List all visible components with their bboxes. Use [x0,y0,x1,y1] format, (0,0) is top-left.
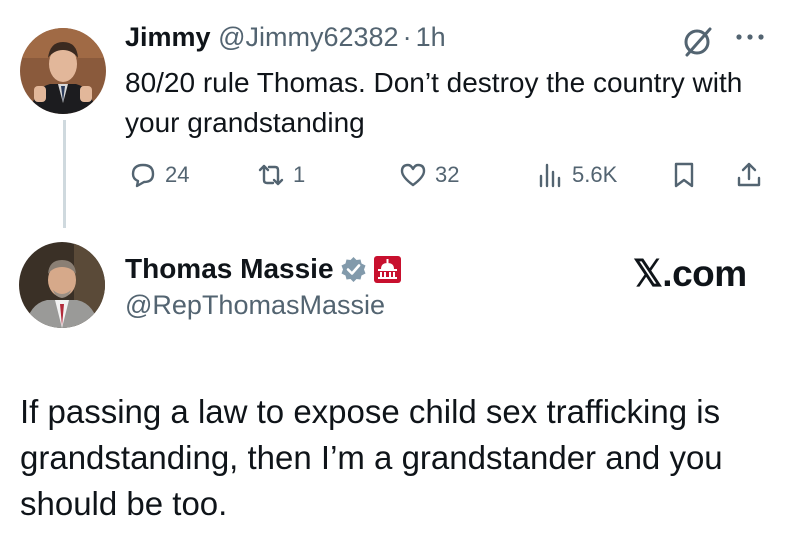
verified-badge-icon[interactable] [340,256,367,283]
share-icon [737,162,761,187]
author-name[interactable]: Thomas Massie [125,253,334,285]
reply-text: 80/20 rule Thomas. Don’t destroy the cou… [125,67,743,138]
grok-icon[interactable] [680,25,714,59]
heart-icon [400,163,426,187]
avatar[interactable] [20,28,106,114]
like-button[interactable]: 32 [398,157,459,193]
action-bar: 24 1 32 5.6K [0,157,787,193]
reply-button[interactable]: 24 [128,157,189,193]
repost-icon [258,164,284,186]
separator: · [402,22,412,52]
author-handle[interactable]: @RepThomasMassie [125,290,385,321]
avatar[interactable] [19,242,105,328]
reply-icon [131,163,155,188]
reply-count: 24 [165,162,190,187]
repost-button[interactable]: 1 [256,157,305,193]
main-tweet-text: If passing a law to expose child sex tra… [20,393,723,522]
author-name[interactable]: Jimmy [125,22,211,52]
bookmark-icon [674,162,694,188]
main-author-row: Thomas Massie [125,253,402,285]
bookmark-button[interactable] [669,157,699,193]
timestamp[interactable]: 1h [416,22,446,52]
views-icon [539,163,561,188]
author-handle[interactable]: @Jimmy62382 [218,22,398,52]
repost-count: 1 [293,162,306,187]
view-count: 5.6K [572,162,618,187]
brand-watermark: 𝕏.com [633,253,747,294]
more-icon[interactable] [733,27,767,47]
reply-header: Jimmy @Jimmy62382 · 1h [125,22,446,53]
like-count: 32 [435,162,460,187]
share-button[interactable] [734,157,764,193]
views-button[interactable]: 5.6K [535,157,617,193]
capitol-badge-icon[interactable] [373,255,402,284]
